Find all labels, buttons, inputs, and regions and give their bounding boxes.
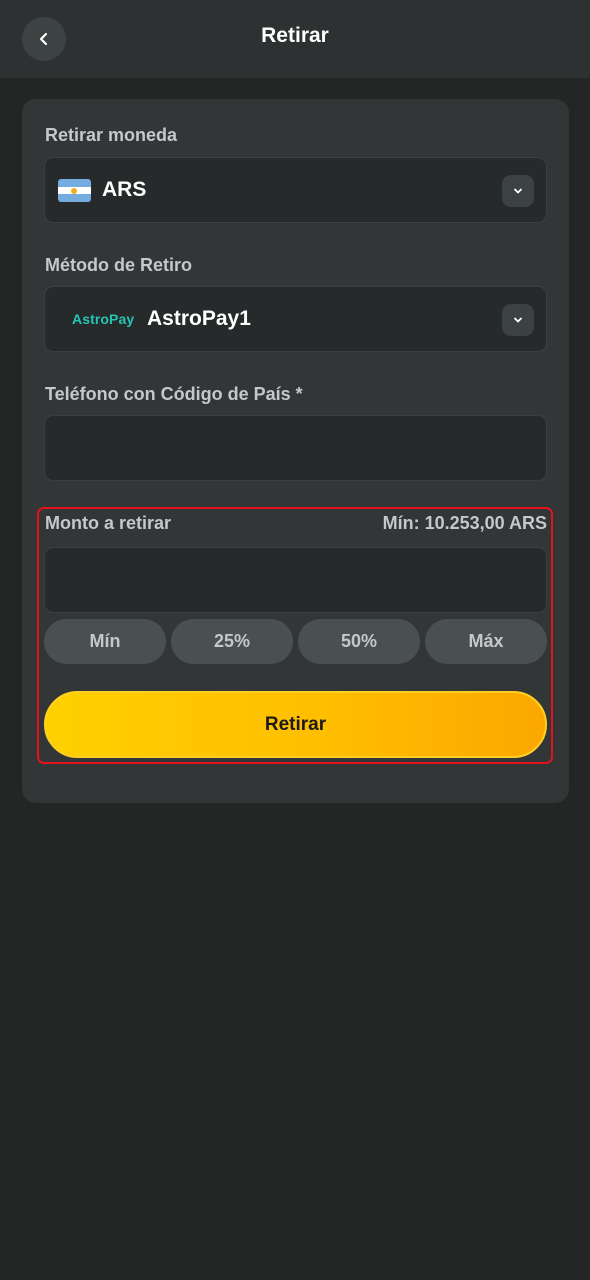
- currency-select[interactable]: ARS: [44, 157, 547, 223]
- min-amount-button[interactable]: Mín: [44, 619, 166, 664]
- currency-label: Retirar moneda: [45, 125, 178, 145]
- top-bar: Retirar: [0, 0, 590, 78]
- currency-dropdown-toggle[interactable]: [502, 175, 534, 207]
- method-select[interactable]: AstroPay AstroPay1: [44, 286, 547, 352]
- amount-label: Monto a retirar: [45, 513, 172, 533]
- minimum-amount-text: Mín: 10.253,00 ARS: [382, 513, 547, 533]
- amount-input[interactable]: [44, 547, 547, 613]
- chevron-down-icon: [514, 188, 522, 194]
- page-title: Retirar: [261, 24, 329, 47]
- currency-value: ARS: [102, 178, 147, 201]
- max-amount-button[interactable]: Máx: [425, 619, 547, 664]
- astropay-logo: AstroPay: [72, 311, 135, 327]
- phone-input[interactable]: [44, 415, 547, 481]
- method-label: Método de Retiro: [45, 255, 192, 275]
- method-dropdown-toggle[interactable]: [502, 304, 534, 336]
- method-value: AstroPay1: [147, 307, 251, 330]
- argentina-flag-icon: [58, 179, 91, 202]
- phone-label: Teléfono con Código de País *: [45, 384, 303, 404]
- chevron-down-icon: [514, 317, 522, 323]
- 25-percent-button[interactable]: 25%: [171, 619, 293, 664]
- withdraw-button[interactable]: Retirar: [44, 691, 547, 758]
- 50-percent-button[interactable]: 50%: [298, 619, 420, 664]
